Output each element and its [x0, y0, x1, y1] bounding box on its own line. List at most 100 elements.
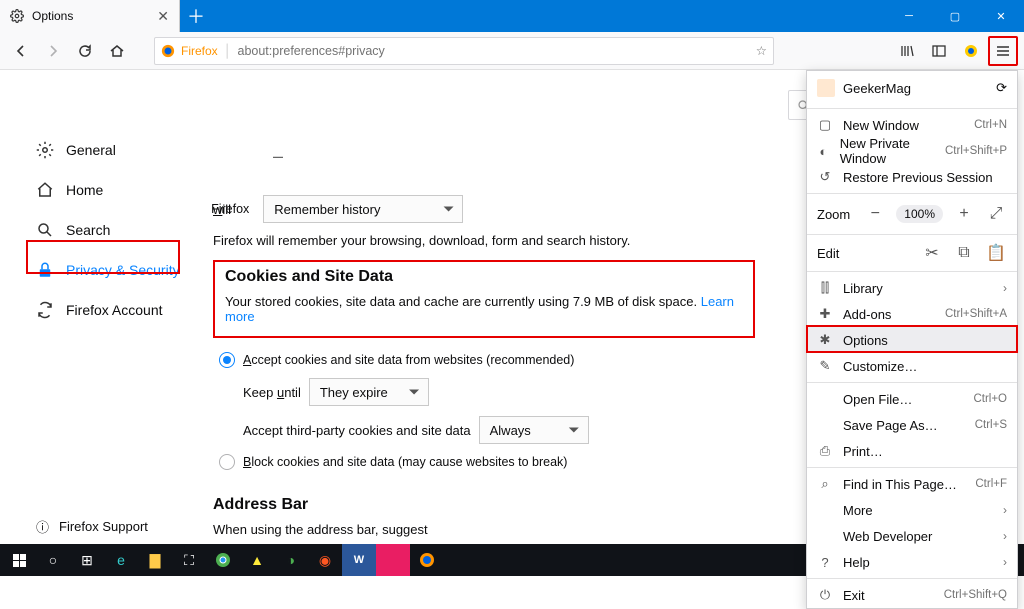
store-icon[interactable]: ⛶ — [172, 544, 206, 576]
chevron-down-icon: ⏷ — [443, 201, 454, 218]
sidebar-item-home[interactable]: Home — [0, 170, 195, 210]
maximize-button[interactable]: ▢ — [932, 0, 978, 32]
sidebar-label: Firefox Account — [66, 302, 163, 318]
forward-button[interactable] — [38, 36, 68, 66]
block-cookies-radio[interactable] — [219, 454, 235, 470]
word-icon[interactable]: W — [342, 544, 376, 576]
sidebar-item-privacy[interactable]: Privacy & Security — [0, 250, 195, 290]
toolbar: Firefox │ about:preferences#privacy ☆ — [0, 32, 1024, 70]
cookies-section: Cookies and Site Data Your stored cookie… — [213, 260, 755, 338]
sidebar-label: Search — [66, 222, 110, 238]
firefox-icon — [161, 44, 175, 58]
account-name: GeekerMag — [843, 81, 911, 96]
bookmark-star-icon[interactable]: ☆ — [756, 43, 767, 58]
mask-icon: ◐ — [817, 143, 830, 159]
gear-icon — [10, 9, 24, 23]
back-button[interactable] — [6, 36, 36, 66]
menu-more[interactable]: More › — [807, 497, 1017, 523]
window-icon: ▢ — [817, 117, 833, 133]
tab-close-icon[interactable]: ✕ — [157, 8, 169, 25]
sidebar-label: Home — [66, 182, 103, 198]
sidebar-item-general[interactable]: General — [0, 130, 195, 170]
firefox-taskbar-icon[interactable] — [410, 544, 444, 576]
menu-new-window[interactable]: ▢ New Window Ctrl+N — [807, 112, 1017, 138]
titlebar: Options ✕ ＋ ─ ▢ ✕ — [0, 0, 1024, 32]
search-icon — [36, 221, 54, 239]
menu-account-row[interactable]: GeekerMag ⟳ — [807, 71, 1017, 105]
third-party-select[interactable]: Always ⏷ — [479, 416, 589, 444]
library-button[interactable] — [892, 36, 922, 66]
chrome-icon[interactable] — [206, 544, 240, 576]
url-text: about:preferences#privacy — [238, 44, 385, 58]
sidebar-label: General — [66, 142, 116, 158]
menu-customize[interactable]: ✎ Customize… — [807, 353, 1017, 379]
sidebar-item-search[interactable]: Search — [0, 210, 195, 250]
library-icon: ⫿⫿ — [817, 280, 833, 296]
app-icon-4[interactable] — [376, 544, 410, 576]
app-icon-2[interactable]: ◑ — [274, 544, 308, 576]
avatar-icon — [817, 79, 835, 97]
sidebar-item-account[interactable]: Firefox Account — [0, 290, 195, 330]
menu-webdev[interactable]: Web Developer › — [807, 523, 1017, 549]
menu-print[interactable]: ⎙ Print… — [807, 438, 1017, 464]
close-window-button[interactable]: ✕ — [978, 0, 1024, 32]
edge-icon[interactable]: e — [104, 544, 138, 576]
start-button[interactable] — [2, 544, 36, 576]
keep-until-select[interactable]: They expire ⏷ — [309, 378, 429, 406]
menu-help[interactable]: ? Help › — [807, 549, 1017, 575]
support-link[interactable]: ⓘ Firefox Support — [36, 517, 148, 536]
menu-addons[interactable]: ✚ Add-ons Ctrl+Shift+A — [807, 301, 1017, 327]
new-tab-button[interactable]: ＋ — [180, 0, 212, 32]
menu-restore-session[interactable]: ↺ Restore Previous Session — [807, 164, 1017, 190]
zoom-in-button[interactable]: + — [953, 203, 975, 225]
sidebar-toggle-button[interactable] — [924, 36, 954, 66]
url-bar[interactable]: Firefox │ about:preferences#privacy ☆ — [154, 37, 774, 65]
sidebar-label: Privacy & Security — [66, 262, 180, 278]
cookies-desc: Your stored cookies, site data and cache… — [225, 294, 701, 309]
menu-save-page[interactable]: Save Page As… Ctrl+S — [807, 412, 1017, 438]
cortana-button[interactable]: ○ — [36, 544, 70, 576]
app-icon-3[interactable]: ◉ — [308, 544, 342, 576]
gear-icon — [36, 141, 54, 159]
taskview-button[interactable]: ⊞ — [70, 544, 104, 576]
puzzle-icon: ✚ — [817, 306, 833, 322]
power-icon: ⏻ — [817, 587, 833, 603]
gear-icon: ✱ — [817, 332, 833, 348]
third-party-label: Accept third-party cookies and site data — [243, 423, 471, 438]
chevron-right-icon: › — [1003, 281, 1007, 295]
help-icon: ⓘ — [36, 517, 49, 536]
copy-button[interactable]: ⧉ — [953, 242, 975, 264]
menu-open-file[interactable]: Open File… Ctrl+O — [807, 386, 1017, 412]
cut-button[interactable]: ✂ — [921, 242, 943, 264]
reload-button[interactable] — [70, 36, 100, 66]
menu-find[interactable]: ⌕ Find in This Page… Ctrl+F — [807, 471, 1017, 497]
cookies-heading: Cookies and Site Data — [225, 268, 743, 286]
browser-tab-options[interactable]: Options ✕ — [0, 0, 180, 32]
zoom-out-button[interactable]: − — [864, 203, 886, 225]
home-icon — [36, 181, 54, 199]
home-button[interactable] — [102, 36, 132, 66]
accept-cookies-radio[interactable] — [219, 352, 235, 368]
sync-icon[interactable]: ⟳ — [996, 80, 1007, 96]
app-icon[interactable]: ▲ — [240, 544, 274, 576]
history-prefix-firefox: Firefox — [211, 202, 249, 216]
zoom-level: 100% — [896, 205, 943, 223]
paste-button[interactable]: 📋 — [985, 242, 1007, 264]
minimize-button[interactable]: ─ — [886, 0, 932, 32]
extension-button[interactable] — [956, 36, 986, 66]
hamburger-menu-button[interactable] — [988, 36, 1018, 66]
menu-new-private[interactable]: ◐ New Private Window Ctrl+Shift+P — [807, 138, 1017, 164]
menu-library[interactable]: ⫿⫿ Library › — [807, 275, 1017, 301]
explorer-icon[interactable]: ▇ — [138, 544, 172, 576]
print-icon: ⎙ — [817, 443, 833, 459]
fullscreen-button[interactable]: ⤢ — [985, 203, 1007, 225]
history-mode-select[interactable]: Remember history ⏷ — [263, 195, 463, 223]
paint-icon: ✎ — [817, 358, 833, 374]
chevron-down-icon: ⏷ — [568, 422, 579, 439]
menu-options[interactable]: ✱ Options — [807, 327, 1017, 353]
chevron-right-icon: › — [1003, 529, 1007, 543]
lock-icon — [36, 261, 54, 279]
tab-label: Options — [32, 9, 73, 23]
menu-exit[interactable]: ⏻ Exit Ctrl+Shift+Q — [807, 582, 1017, 608]
block-cookies-label: Block cookies and site data (may cause w… — [243, 455, 567, 469]
